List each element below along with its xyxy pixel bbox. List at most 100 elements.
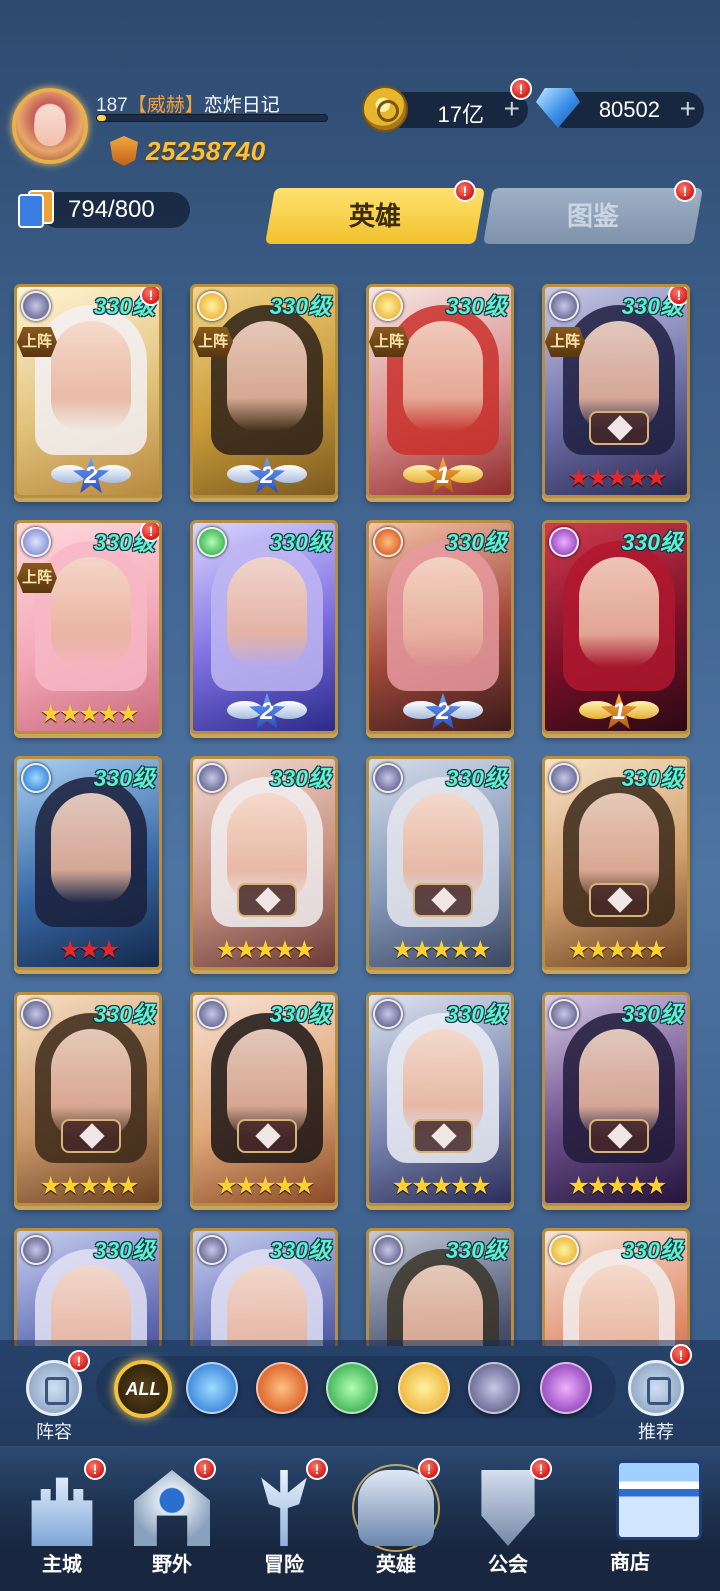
recommend-button[interactable]: 推荐 ! [622,1344,692,1442]
void-icon [549,999,579,1029]
hero-card[interactable]: 330级 上阵 ★★★★★! [542,284,690,498]
filter-all-button[interactable]: ALL [114,1360,172,1418]
hero-portrait [227,321,307,431]
hero-stars: ★★★ [58,936,120,964]
nav-item[interactable]: 野外! [122,1458,222,1588]
hero-card[interactable]: 330级 [14,1228,162,1346]
nav-item[interactable]: 公会! [458,1458,558,1588]
deployed-badge: 上阵 [17,563,57,593]
player-avatar[interactable] [12,88,88,164]
hero-card[interactable]: 330级 2 [366,520,514,734]
hero-portrait [403,321,483,431]
player-name: 恋炸日记 [203,95,280,116]
nav-alert-icon: ! [194,1458,216,1480]
void-icon [373,1235,403,1265]
faction-emblem-icon [589,411,649,445]
hero-portrait [51,557,131,667]
tab-atlas[interactable]: 图鉴 [483,188,703,244]
nav-label: 商店 [610,1552,650,1574]
void-icon [197,763,227,793]
hero-card[interactable]: 330级 [366,1228,514,1346]
hero-card[interactable]: 330级 ★★★★★ [190,756,338,970]
hero-level: 330级 [621,765,683,791]
filter-dark-icon[interactable] [540,1362,592,1414]
hero-level: 330级 [269,529,331,555]
hero-stars: ★★★★★ [567,1172,667,1200]
nav-item[interactable]: 冒险! [234,1458,334,1588]
guild-shield-icon-shape [481,1470,535,1546]
player-info: 187【威赫】恋炸日记 [92,88,332,128]
awaken-rank-badge: 2 [51,457,131,493]
lineup-button[interactable]: 阵容 ! [20,1350,90,1442]
awaken-rank-badge: 1 [403,457,483,493]
void-icon [21,1235,51,1265]
light-icon [549,1235,579,1265]
hero-card[interactable]: 330级 [542,1228,690,1346]
nav-item[interactable]: 英雄! [346,1458,446,1588]
avatar-face [34,106,66,146]
filter-fire-icon[interactable] [256,1362,308,1414]
filter-water-icon[interactable] [186,1362,238,1414]
tab-heroes[interactable]: 英雄 [265,188,485,244]
diamond-icon [536,88,580,128]
gem-amount: 80502 [598,97,660,122]
hero-card[interactable]: 330级 上阵 1 [366,284,514,498]
hero-level: 330级 [445,293,507,319]
tab-atlas-alert-icon: ! [674,180,696,202]
hero-card[interactable]: 330级 ★★★★★ [542,756,690,970]
hero-card[interactable]: 330级 ★★★★★ [542,992,690,1206]
hero-card[interactable]: 330级 上阵 2 [190,284,338,498]
hero-stars: ★★★★★ [567,464,667,492]
faction-emblem-icon [237,883,297,917]
hero-portrait [403,1265,483,1346]
void-icon [549,291,579,321]
hero-card[interactable]: 330级 ★★★★★ [190,992,338,1206]
deployed-badge: 上阵 [193,327,233,357]
hero-cards-icon [16,190,56,230]
player-level-name: 187【威赫】恋炸日记 [96,90,280,117]
hero-card[interactable]: 330级 ★★★★★ [14,992,162,1206]
hero-card[interactable]: 330级 [190,1228,338,1346]
add-gems-button[interactable]: + [680,94,696,124]
recommend-alert-icon: ! [670,1344,692,1366]
hero-card[interactable]: 330级 2 [190,520,338,734]
hero-card[interactable]: 330级 1 [542,520,690,734]
hero-stars: ★★★★★ [215,936,315,964]
hero-card[interactable]: 330级 上阵 ★★★★★! [14,520,162,734]
recommend-label: 推荐 [638,1422,674,1442]
hero-stars: ★★★★★ [391,1172,491,1200]
hero-card[interactable]: 330级 ★★★★★ [366,992,514,1206]
hero-stars: ★★★★★ [215,1172,315,1200]
hero-card[interactable]: 330级 上阵 2! [14,284,162,498]
filter-wind-icon[interactable] [326,1362,378,1414]
filter-light-icon[interactable] [398,1362,450,1414]
void-icon [373,763,403,793]
hero-level: 330级 [445,765,507,791]
hero-card[interactable]: 330级 ★★★ [14,756,162,970]
hero-helmet-icon-shape [358,1470,434,1546]
water-icon [21,763,51,793]
deployed-badge: 上阵 [545,327,585,357]
nav-shop[interactable]: 商店 [610,1452,710,1580]
hero-level: 330级 [269,765,331,791]
bottom-nav: 主城! 野外! 冒险! 英雄! 公会! 商店 [0,1448,720,1591]
hero-card[interactable]: 330级 ★★★★★ [366,756,514,970]
nav-label: 公会 [488,1554,528,1576]
awaken-rank-badge: 2 [227,693,307,729]
tab-atlas-label: 图鉴 [566,201,619,231]
hero-grid: 330级 上阵 2! 330级 上阵 2 330级 上阵 1 330级 上阵 ★★★★★! 330级 上阵… [0,284,720,1346]
recommend-icon [628,1360,684,1416]
hero-level: 330级 [269,293,331,319]
faction-emblem-icon [589,1119,649,1153]
sp-icon [21,527,51,557]
gold-coin-icon [362,86,408,132]
faction-emblem-icon [589,883,649,917]
nav-item[interactable]: 主城! [12,1458,112,1588]
gold-currency: 17亿 + ! [362,78,532,132]
filter-void-icon[interactable] [468,1362,520,1414]
hero-level: 330级 [621,1001,683,1027]
castle-icon [24,1470,100,1546]
fire-icon [373,527,403,557]
hero-level: 330级 [269,1001,331,1027]
hero-portrait [51,1265,131,1346]
